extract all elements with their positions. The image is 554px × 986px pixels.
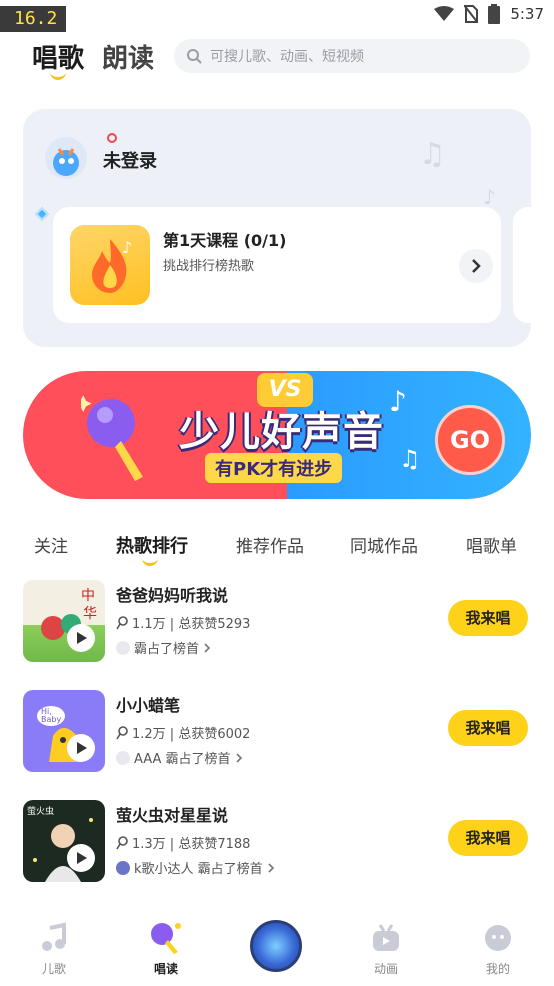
user-avatar-icon [116, 860, 130, 875]
user-avatar-icon [116, 640, 130, 655]
tab-sing-indicator [50, 72, 66, 80]
contest-banner[interactable]: VS 少儿好声音 有PK才有进步 ♪ ♫ GO [23, 371, 531, 499]
song-cover[interactable]: 萤火虫 [23, 800, 105, 882]
song-meta-text: 1.1万 | 总获赞5293 [132, 617, 251, 632]
music-note-icon: ♪ [389, 385, 407, 418]
tab-recommended[interactable]: 推荐作品 [236, 532, 304, 557]
list-item[interactable]: 萤火虫 萤火虫对星星说 1.3万 | 总获赞7188 k歌小达人 霸占了榜首 我… [0, 800, 554, 882]
music-note-icon: ♪ [483, 185, 496, 209]
no-sim-icon [464, 5, 479, 23]
search-placeholder: 可搜儿歌、动画、短视频 [210, 49, 364, 65]
play-icon[interactable] [67, 844, 95, 872]
search-input[interactable]: 可搜儿歌、动画、短视频 [174, 39, 530, 73]
chevron-right-icon [204, 642, 211, 653]
fps-counter: 16.2 [0, 6, 66, 32]
list-item[interactable]: 中 华 爸爸妈妈听我说 1.1万 | 总获赞5293 霸占了榜首 我来唱 [0, 580, 554, 662]
svg-text:♪: ♪ [122, 238, 132, 257]
tab-follow[interactable]: 关注 [34, 532, 68, 557]
tab-songlist[interactable]: 唱歌单 [466, 532, 517, 557]
song-cover[interactable]: 中 华 [23, 580, 105, 662]
music-note-icon: ♫ [399, 445, 421, 473]
login-card: 未登录 ♫ ♪ ♪ 第1天课程 (0/1) 挑战排行榜热歌 [23, 109, 531, 347]
chevron-right-icon[interactable] [459, 249, 493, 283]
center-disc-button[interactable] [250, 920, 302, 972]
course-subtitle: 挑战排行榜热歌 [163, 259, 255, 274]
svg-text:中: 中 [81, 588, 95, 604]
tab-hot-ranking[interactable]: 热歌排行 [116, 532, 188, 558]
nav-profile[interactable]: 我的 [468, 920, 528, 977]
wifi-icon [434, 6, 455, 21]
diamond-icon [34, 206, 50, 222]
microphone-small-icon [116, 615, 128, 629]
song-title: 萤火虫对星星说 [116, 806, 229, 825]
song-top-text: k歌小达人 霸占了榜首 [134, 862, 263, 877]
tab-sing[interactable]: 唱歌 [32, 38, 84, 75]
chevron-right-icon [268, 862, 274, 873]
status-icons: 5:37 [434, 4, 544, 24]
song-stats: 1.1万 | 总获赞5293 [116, 613, 250, 632]
go-button[interactable]: GO [435, 405, 505, 475]
bottom-navigation: 儿歌 唱读 动画 我的 [0, 906, 554, 986]
top-header: 唱歌 朗读 可搜儿歌、动画、短视频 [0, 34, 554, 80]
status-bar: 16.2 5:37 [0, 0, 554, 32]
notification-dot [107, 133, 117, 143]
song-title: 爸爸妈妈听我说 [116, 586, 229, 605]
profile-icon [480, 920, 516, 956]
tab-local[interactable]: 同城作品 [350, 532, 418, 557]
tab-active-indicator [142, 558, 158, 566]
sing-button[interactable]: 我来唱 [448, 820, 528, 856]
clock: 5:37 [510, 5, 544, 23]
course-card[interactable]: ♪ 第1天课程 (0/1) 挑战排行榜热歌 [53, 207, 501, 323]
song-title: 小小蜡笔 [116, 696, 181, 715]
play-icon[interactable] [67, 624, 95, 652]
nav-label: 儿歌 [41, 962, 66, 976]
song-top-holder[interactable]: 霸占了榜首 [116, 638, 211, 657]
song-top-text: 霸占了榜首 [134, 642, 200, 657]
avatar[interactable] [45, 137, 87, 179]
svg-text:萤火虫: 萤火虫 [27, 805, 54, 817]
nav-animation[interactable]: 动画 [356, 920, 416, 977]
music-note-icon [36, 920, 72, 956]
svg-text:Baby: Baby [41, 715, 61, 724]
song-top-text: AAA 霸占了榜首 [134, 752, 231, 767]
song-meta-text: 1.3万 | 总获赞7188 [132, 837, 251, 852]
banner-title: 少儿好声音 [179, 409, 384, 455]
banner-subtitle: 有PK才有进步 [205, 453, 343, 483]
search-icon [187, 49, 202, 64]
chevron-right-icon [235, 752, 242, 763]
microphone-small-icon [116, 835, 128, 849]
sing-button[interactable]: 我来唱 [448, 710, 528, 746]
nav-children-songs[interactable]: 儿歌 [24, 920, 84, 977]
nav-sing-read[interactable]: 唱读 [136, 920, 196, 977]
nav-label: 动画 [373, 962, 398, 976]
fire-icon: ♪ [70, 225, 150, 305]
song-cover[interactable]: Hi, Baby [23, 690, 105, 772]
microphone-icon [148, 920, 184, 956]
tv-icon [368, 920, 404, 956]
music-note-icon: ♫ [419, 137, 446, 172]
nav-label: 我的 [485, 962, 510, 976]
login-status[interactable]: 未登录 [103, 147, 157, 173]
song-top-holder[interactable]: k歌小达人 霸占了榜首 [116, 858, 275, 877]
list-item[interactable]: Hi, Baby 小小蜡笔 1.2万 | 总获赞6002 AAA 霸占了榜首 我… [0, 690, 554, 772]
song-stats: 1.2万 | 总获赞6002 [116, 723, 250, 742]
course-card-next[interactable] [513, 207, 531, 323]
user-avatar-icon [116, 750, 130, 765]
song-meta-text: 1.2万 | 总获赞6002 [132, 727, 251, 742]
play-icon[interactable] [67, 734, 95, 762]
microphone-small-icon [116, 725, 128, 739]
tab-read[interactable]: 朗读 [102, 38, 154, 75]
course-title: 第1天课程 (0/1) [163, 231, 287, 250]
microphone-icon [81, 395, 143, 481]
sing-button[interactable]: 我来唱 [448, 600, 528, 636]
ranking-tabs: 关注 热歌排行 推荐作品 同城作品 唱歌单 [0, 530, 554, 570]
svg-text:华: 华 [83, 606, 97, 622]
battery-icon [488, 4, 501, 24]
song-top-holder[interactable]: AAA 霸占了榜首 [116, 748, 243, 767]
song-stats: 1.3万 | 总获赞7188 [116, 833, 250, 852]
nav-label: 唱读 [153, 962, 178, 976]
